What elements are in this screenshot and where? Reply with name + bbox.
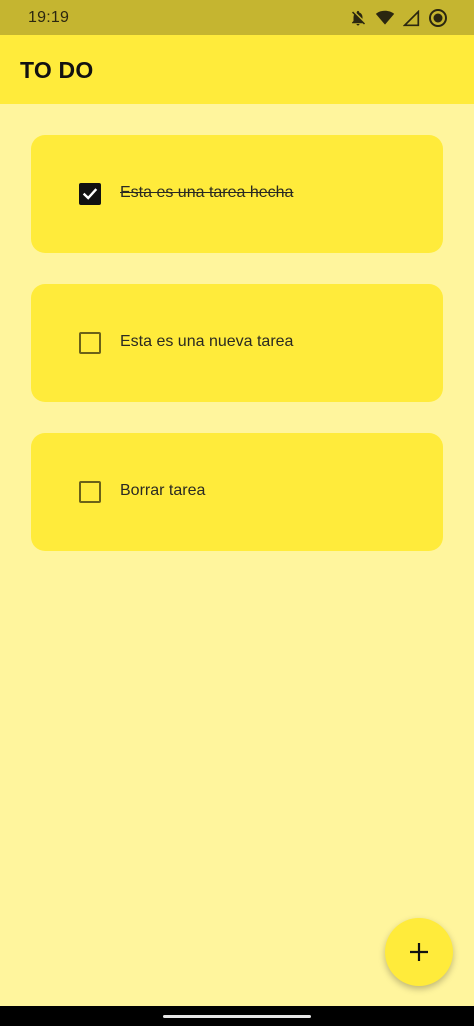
status-bar: 19:19 [0,0,474,35]
status-time: 19:19 [28,9,70,26]
signal-icon [403,9,420,27]
add-task-button[interactable] [385,918,453,986]
app-bar: TO DO [0,35,474,104]
task-card[interactable]: Esta es una tarea hecha [31,135,443,253]
task-card[interactable]: Borrar tarea [31,433,443,551]
task-checkbox[interactable] [79,481,101,503]
record-icon [428,8,448,28]
status-icons [349,8,448,28]
wifi-icon [375,9,395,27]
app-title: TO DO [20,57,94,83]
notifications-off-icon [349,9,367,27]
plus-icon [410,943,428,961]
task-checkbox-checked[interactable] [79,183,101,205]
task-list: Esta es una tarea hecha Esta es una nuev… [31,135,443,582]
home-gesture-handle[interactable] [163,1015,311,1018]
task-checkbox[interactable] [79,332,101,354]
task-label: Esta es una nueva tarea [120,333,294,350]
check-icon [82,188,98,200]
task-card[interactable]: Esta es una nueva tarea [31,284,443,402]
task-label: Esta es una tarea hecha [120,184,294,201]
task-label: Borrar tarea [120,482,206,499]
system-navigation-bar [0,1006,474,1026]
